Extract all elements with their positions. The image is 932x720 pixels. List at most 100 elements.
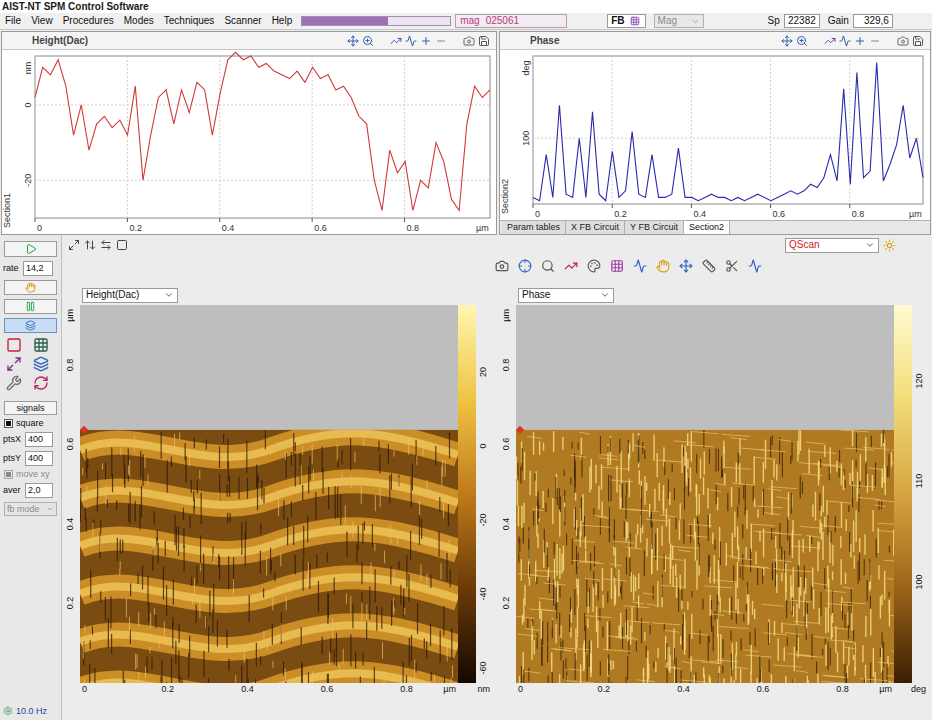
save-icon[interactable] — [478, 35, 490, 47]
x-grid-line: 0.4 — [691, 56, 706, 219]
series-line — [35, 52, 490, 210]
dropdown-icon — [600, 290, 610, 300]
color-bar-tick: 120 — [915, 373, 924, 388]
checkbox-row[interactable]: move xy — [0, 470, 61, 479]
image-tools — [62, 255, 932, 277]
param-input[interactable]: 400 — [25, 432, 53, 447]
select-icon[interactable] — [116, 239, 128, 251]
menu-bar: FileViewProceduresModesTechniquesScanner… — [0, 13, 932, 30]
area-icon[interactable] — [5, 356, 23, 372]
crop-icon[interactable] — [725, 259, 739, 273]
dropdown-icon — [164, 290, 174, 300]
section-tab[interactable]: Param tables — [502, 221, 566, 234]
camera-icon[interactable] — [897, 35, 909, 47]
scan-mode-select[interactable]: QScan — [785, 238, 879, 253]
checkbox-row[interactable]: square — [0, 419, 61, 428]
cycle-icon[interactable] — [32, 375, 50, 391]
camera-icon[interactable] — [495, 259, 509, 273]
start-button[interactable] — [4, 241, 57, 257]
svg-text:0.8: 0.8 — [407, 223, 420, 233]
dropdown-icon — [46, 505, 54, 513]
move-icon[interactable] — [679, 259, 693, 273]
grid-icon[interactable] — [32, 337, 50, 353]
pan-icon[interactable] — [347, 35, 359, 47]
svg-text:0: 0 — [37, 223, 42, 233]
section-chart: 00.20.40.60.80-20nmµm — [13, 50, 496, 234]
menu-item[interactable]: Procedures — [58, 16, 119, 26]
plus-icon[interactable] — [420, 35, 432, 47]
svg-text:0.4: 0.4 — [693, 209, 706, 219]
color-bar — [894, 305, 912, 683]
scan-line-marker[interactable] — [80, 426, 88, 434]
flip-horizontal-icon[interactable] — [100, 239, 112, 251]
fb-toggle[interactable]: FB — [607, 14, 645, 28]
control-panel: rate14,2signalssquareptsX400ptsY400move … — [0, 235, 62, 720]
zoom-icon[interactable] — [796, 35, 808, 47]
crosshair-icon[interactable] — [518, 259, 532, 273]
frame-icon[interactable] — [5, 337, 23, 353]
param-input[interactable]: 2,0 — [25, 483, 53, 498]
menu-item[interactable]: File — [0, 16, 26, 26]
section-tab[interactable]: X FB Circuit — [566, 221, 625, 234]
flip-vertical-icon[interactable] — [84, 239, 96, 251]
ruler-icon[interactable] — [702, 259, 716, 273]
plus-icon[interactable] — [854, 35, 866, 47]
scan-image[interactable] — [80, 305, 458, 683]
filter-icon[interactable] — [633, 259, 647, 273]
pause-button[interactable] — [4, 299, 57, 314]
svg-text:100: 100 — [521, 131, 531, 146]
svg-text:µm: µm — [476, 223, 489, 233]
section-panel: PhaseSection200.20.40.60.8100degµmParam … — [499, 31, 931, 235]
param-input[interactable]: 14,2 — [23, 261, 53, 276]
stack-icon[interactable] — [32, 356, 50, 372]
scan-line-marker[interactable] — [516, 426, 524, 434]
scan-image[interactable] — [516, 305, 894, 683]
minus-icon[interactable] — [869, 35, 881, 47]
svg-text:0.6: 0.6 — [773, 209, 786, 219]
fit-icon[interactable] — [68, 239, 80, 251]
menu-item[interactable]: Techniques — [159, 16, 220, 26]
camera-icon[interactable] — [463, 35, 475, 47]
gain-value[interactable]: 329,6 — [853, 14, 893, 28]
x-axis: 00.20.40.60.8µm — [516, 683, 894, 697]
mag-value: 025061 — [486, 16, 519, 26]
section-tab[interactable]: Section2 — [684, 221, 730, 234]
menu-item[interactable]: View — [26, 16, 58, 26]
channel-select[interactable]: Phase — [518, 288, 614, 303]
minus-icon[interactable] — [435, 35, 447, 47]
zoom-icon[interactable] — [541, 259, 555, 273]
signals-button[interactable]: signals — [4, 401, 57, 415]
profile-icon[interactable] — [564, 259, 578, 273]
x-grid-line: 0.4 — [220, 56, 235, 233]
tool-button[interactable] — [4, 318, 57, 333]
color-bar-tick: 0 — [479, 443, 488, 448]
wave-icon[interactable] — [405, 35, 417, 47]
tools-icon[interactable] — [5, 375, 23, 391]
zoom-icon[interactable] — [362, 35, 374, 47]
hand-icon[interactable] — [656, 259, 670, 273]
section-tab[interactable]: Y FB Circuit — [625, 221, 684, 234]
wave-icon[interactable] — [839, 35, 851, 47]
menu-item[interactable]: Scanner — [219, 16, 266, 26]
tool-button[interactable] — [4, 280, 57, 295]
channel-select[interactable]: Height(Dac) — [82, 288, 178, 303]
checkbox[interactable] — [4, 470, 13, 479]
palette-icon[interactable] — [587, 259, 601, 273]
checkbox[interactable] — [4, 419, 13, 428]
y-tick: 0.6 — [66, 438, 75, 451]
x-grid-line: 0 — [533, 56, 540, 219]
dropdown-icon — [865, 240, 875, 250]
chart-header: Phase — [500, 32, 930, 50]
menu-item[interactable]: Help — [267, 16, 298, 26]
curve-icon[interactable] — [824, 35, 836, 47]
pan-icon[interactable] — [781, 35, 793, 47]
menu-item[interactable]: Modes — [119, 16, 159, 26]
param-input[interactable]: 400 — [25, 451, 53, 466]
grid-icon[interactable] — [610, 259, 624, 273]
save-icon[interactable] — [912, 35, 924, 47]
curve-icon[interactable] — [390, 35, 402, 47]
sun-icon[interactable] — [883, 239, 896, 252]
analysis-icon[interactable] — [748, 259, 762, 273]
image-panels: Height(Dac)µm0.80.60.40.2200-20-40-6000.… — [62, 277, 932, 697]
sp-value[interactable]: 22382 — [784, 14, 820, 28]
